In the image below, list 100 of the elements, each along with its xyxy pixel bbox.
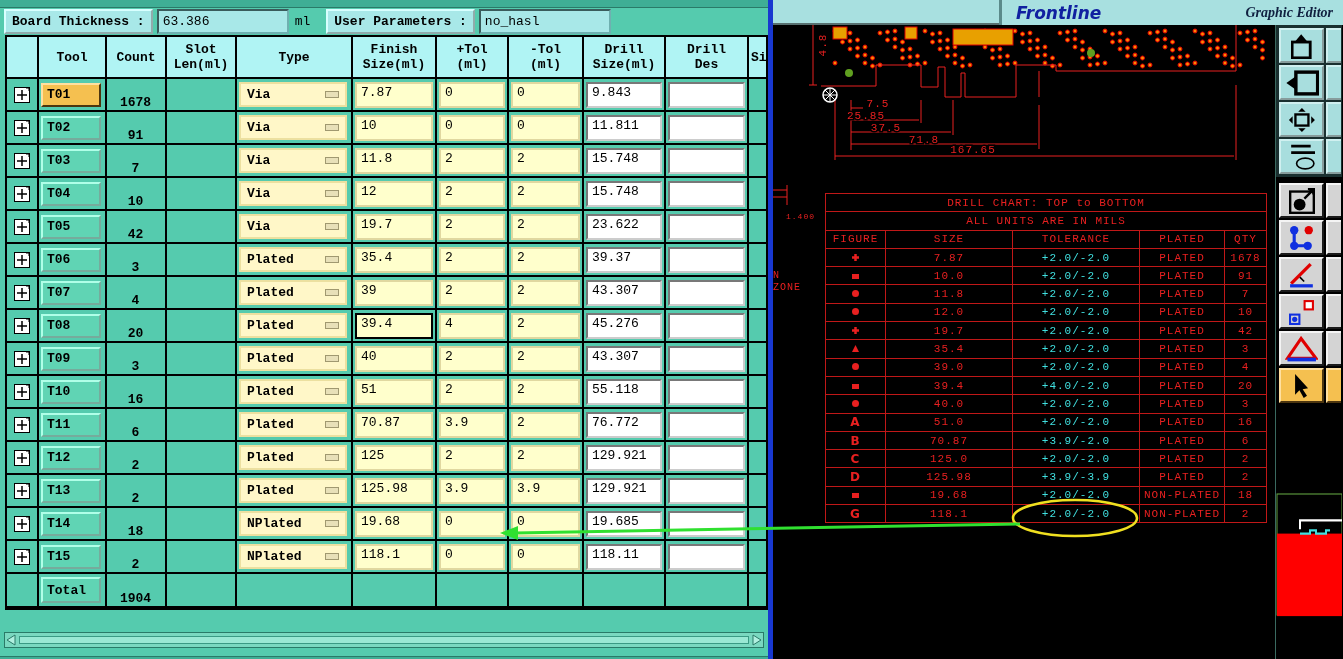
tool-button[interactable]: T08 bbox=[41, 313, 101, 338]
type-dropdown[interactable]: Plated bbox=[239, 379, 347, 404]
expand-icon[interactable] bbox=[14, 185, 30, 202]
drill-size-field[interactable]: 76.772 bbox=[586, 411, 662, 438]
minus-tol-field[interactable]: 2 bbox=[511, 444, 580, 471]
plus-tol-field[interactable]: 2 bbox=[439, 444, 505, 471]
tool-button[interactable]: T15 bbox=[41, 544, 101, 569]
drill-des-field[interactable] bbox=[668, 180, 745, 207]
drill-des-field[interactable] bbox=[668, 345, 745, 372]
plus-tol-field[interactable]: 2 bbox=[439, 279, 505, 306]
plus-tol-field[interactable]: 3.9 bbox=[439, 411, 505, 438]
type-dropdown[interactable]: Plated bbox=[239, 478, 347, 503]
scroll-left-icon[interactable] bbox=[5, 634, 17, 646]
finish-size-field[interactable]: 118.1 bbox=[355, 543, 433, 570]
expand-icon[interactable] bbox=[14, 449, 30, 466]
type-dropdown[interactable]: Via bbox=[239, 82, 347, 107]
finish-size-field[interactable]: 125 bbox=[355, 444, 433, 471]
drill-des-field[interactable] bbox=[668, 543, 745, 570]
finish-size-field[interactable]: 12 bbox=[355, 180, 433, 207]
tool-button[interactable]: T09 bbox=[41, 346, 101, 371]
board-thickness-field[interactable]: 63.386 bbox=[156, 9, 289, 34]
plus-tol-field[interactable]: 2 bbox=[439, 345, 505, 372]
drill-des-field[interactable] bbox=[668, 477, 745, 504]
tool-button[interactable] bbox=[1279, 28, 1324, 63]
tool-button[interactable] bbox=[1326, 294, 1341, 329]
minus-tol-field[interactable]: 2 bbox=[511, 279, 580, 306]
plus-tol-field[interactable]: 0 bbox=[439, 543, 505, 570]
finish-size-field[interactable]: 40 bbox=[355, 345, 433, 372]
drill-size-field[interactable]: 118.11 bbox=[586, 543, 662, 570]
finish-size-field[interactable]: 19.7 bbox=[355, 213, 433, 240]
type-dropdown[interactable]: Via bbox=[239, 181, 347, 206]
drill-des-field[interactable] bbox=[668, 147, 745, 174]
tool-button[interactable] bbox=[1279, 139, 1324, 174]
type-dropdown[interactable]: NPlated bbox=[239, 544, 347, 569]
scroll-right-icon[interactable] bbox=[751, 634, 763, 646]
tool-button[interactable] bbox=[1326, 220, 1341, 255]
plus-tol-field[interactable]: 0 bbox=[439, 114, 505, 141]
expand-icon[interactable] bbox=[14, 284, 30, 301]
tool-button[interactable]: T12 bbox=[41, 445, 101, 470]
minus-tol-field[interactable]: 2 bbox=[511, 312, 580, 339]
tool-button[interactable] bbox=[1326, 331, 1341, 366]
drill-size-field[interactable]: 43.307 bbox=[586, 279, 662, 306]
drill-size-field[interactable]: 43.307 bbox=[586, 345, 662, 372]
minus-tol-field[interactable]: 3.9 bbox=[511, 477, 580, 504]
finish-size-field[interactable]: 11.8 bbox=[355, 147, 433, 174]
type-dropdown[interactable]: Plated bbox=[239, 313, 347, 338]
finish-size-field[interactable]: 39 bbox=[355, 279, 433, 306]
drill-des-field[interactable] bbox=[668, 444, 745, 471]
expand-icon[interactable] bbox=[14, 218, 30, 235]
tool-button[interactable]: T06 bbox=[41, 247, 101, 272]
minus-tol-field[interactable]: 2 bbox=[511, 378, 580, 405]
expand-icon[interactable] bbox=[14, 119, 30, 136]
minus-tol-field[interactable]: 2 bbox=[511, 147, 580, 174]
expand-icon[interactable] bbox=[14, 548, 30, 565]
type-dropdown[interactable]: Plated bbox=[239, 280, 347, 305]
horizontal-scrollbar[interactable] bbox=[4, 632, 764, 648]
tool-button[interactable] bbox=[1279, 102, 1324, 137]
finish-size-field[interactable]: 35.4 bbox=[355, 246, 433, 273]
drill-des-field[interactable] bbox=[668, 114, 745, 141]
user-parameters-field[interactable]: no_hasl bbox=[478, 9, 611, 34]
tool-button[interactable] bbox=[1279, 368, 1324, 403]
drill-des-field[interactable] bbox=[668, 411, 745, 438]
tool-button[interactable] bbox=[1326, 368, 1341, 403]
type-dropdown[interactable]: Via bbox=[239, 115, 347, 140]
drill-des-field[interactable] bbox=[668, 213, 745, 240]
minus-tol-field[interactable]: 2 bbox=[511, 411, 580, 438]
finish-size-field[interactable]: 125.98 bbox=[355, 477, 433, 504]
drill-size-field[interactable]: 45.276 bbox=[586, 312, 662, 339]
tool-button[interactable] bbox=[1326, 257, 1341, 292]
finish-size-field[interactable]: 51 bbox=[355, 378, 433, 405]
drill-des-field[interactable] bbox=[668, 378, 745, 405]
drill-des-field[interactable] bbox=[668, 246, 745, 273]
drill-des-field[interactable] bbox=[668, 81, 745, 108]
expand-icon[interactable] bbox=[14, 152, 30, 169]
plus-tol-field[interactable]: 4 bbox=[439, 312, 505, 339]
finish-size-field[interactable]: 19.68 bbox=[355, 510, 433, 537]
tool-button[interactable]: T04 bbox=[41, 181, 101, 206]
drill-size-field[interactable]: 129.921 bbox=[586, 444, 662, 471]
tool-button[interactable]: T05 bbox=[41, 214, 101, 239]
plus-tol-field[interactable]: 0 bbox=[439, 81, 505, 108]
tool-button[interactable]: T10 bbox=[41, 379, 101, 404]
minus-tol-field[interactable]: 2 bbox=[511, 345, 580, 372]
expand-icon[interactable] bbox=[14, 86, 30, 103]
drill-size-field[interactable]: 11.811 bbox=[586, 114, 662, 141]
drill-size-field[interactable]: 15.748 bbox=[586, 147, 662, 174]
finish-size-field[interactable]: 70.87 bbox=[355, 411, 433, 438]
tool-button[interactable]: T13 bbox=[41, 478, 101, 503]
expand-icon[interactable] bbox=[14, 317, 30, 334]
plus-tol-field[interactable]: 2 bbox=[439, 378, 505, 405]
plus-tol-field[interactable]: 2 bbox=[439, 147, 505, 174]
tool-button[interactable]: T03 bbox=[41, 148, 101, 173]
finish-size-field[interactable]: 7.87 bbox=[355, 81, 433, 108]
plus-tol-field[interactable]: 3.9 bbox=[439, 477, 505, 504]
tool-button[interactable] bbox=[1279, 183, 1324, 218]
minus-tol-field[interactable]: 2 bbox=[511, 246, 580, 273]
tool-button[interactable]: T02 bbox=[41, 115, 101, 140]
finish-size-field[interactable]: 39.4 bbox=[355, 312, 433, 339]
tool-button[interactable] bbox=[1279, 220, 1324, 255]
drill-des-field[interactable] bbox=[668, 312, 745, 339]
tool-button[interactable]: T11 bbox=[41, 412, 101, 437]
